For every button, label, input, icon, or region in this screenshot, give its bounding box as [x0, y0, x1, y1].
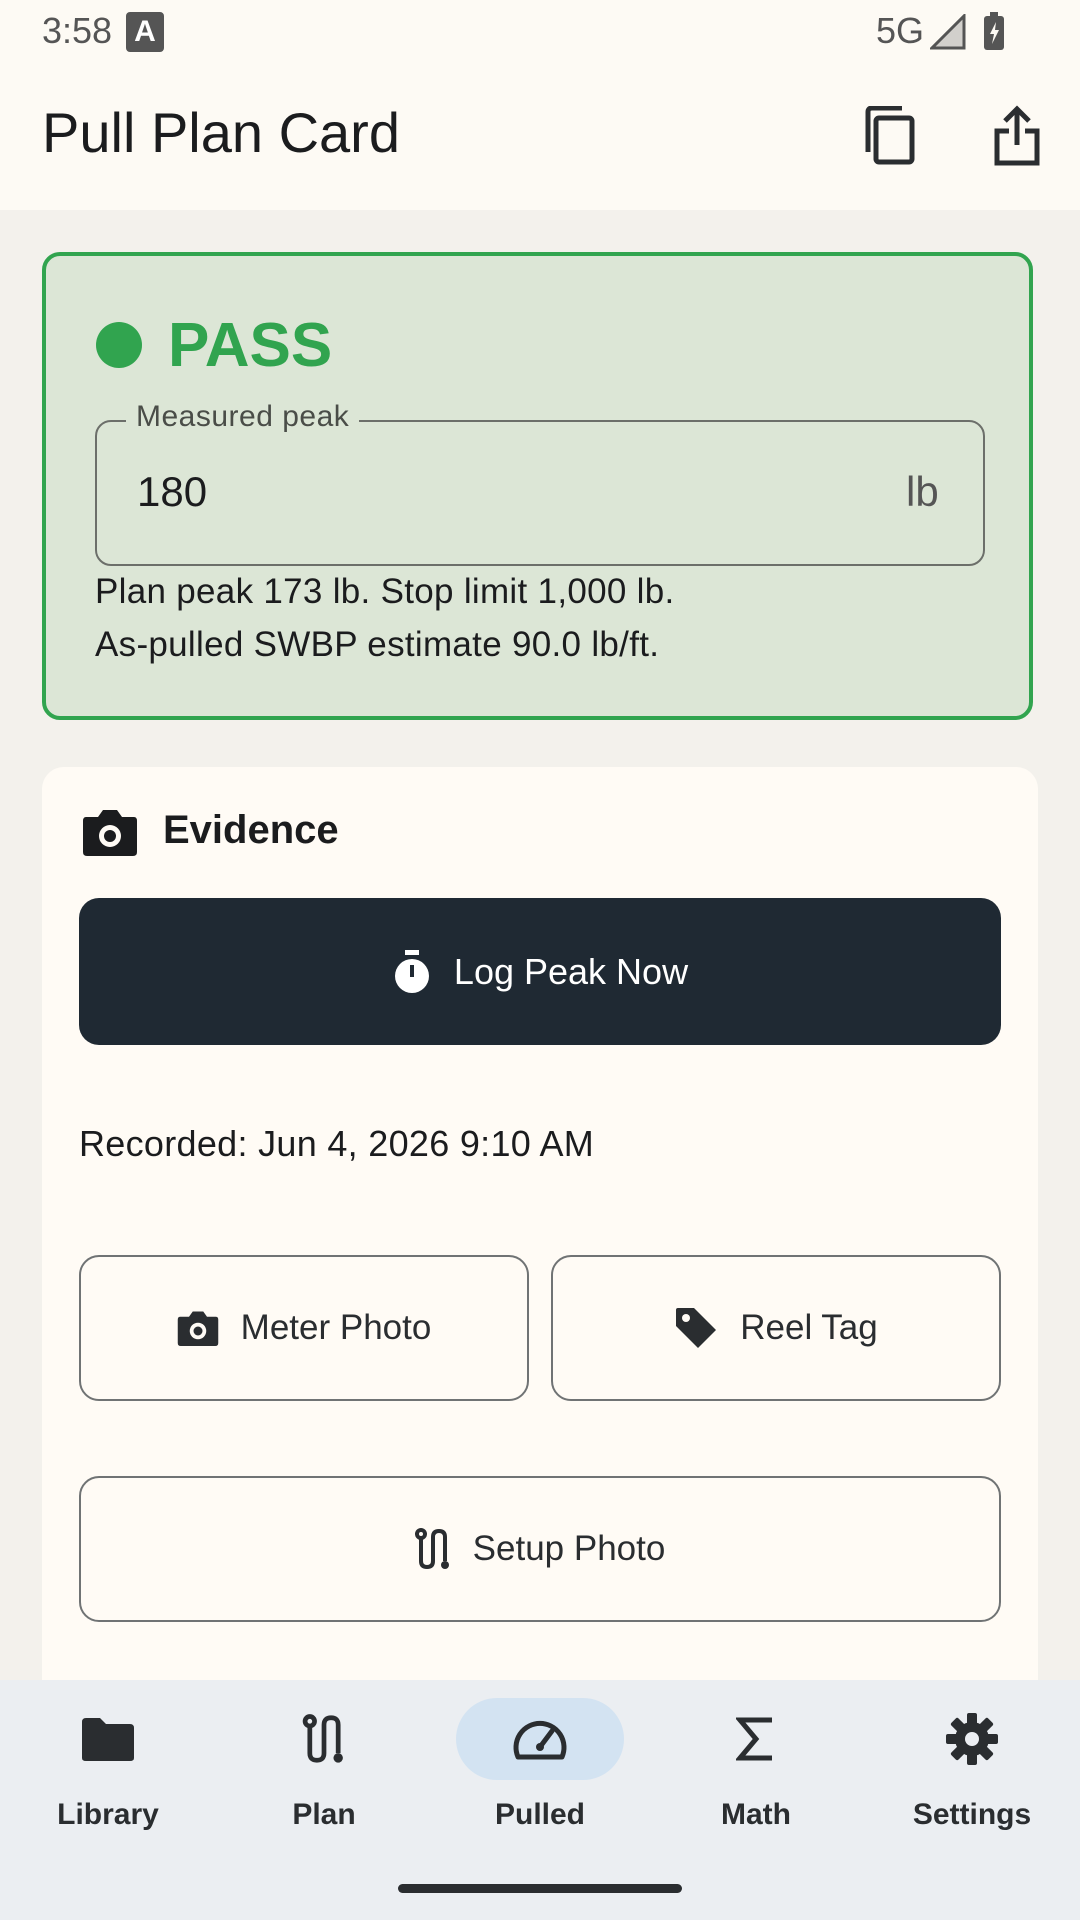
measured-peak-field[interactable]	[95, 420, 985, 566]
page-title: Pull Plan Card	[42, 101, 400, 164]
nav-label: Pulled	[494, 1798, 585, 1831]
measured-peak-unit: lb	[906, 468, 939, 515]
log-peak-button[interactable]: Log Peak Now	[79, 898, 1001, 1045]
status-label: PASS	[168, 311, 333, 380]
swbp-estimate-text: As-pulled SWBP estimate 90.0 lb/ft.	[95, 625, 660, 664]
reel-tag-label: Reel Tag	[740, 1308, 878, 1347]
battery-icon	[984, 12, 1004, 50]
nav-label: Plan	[292, 1798, 356, 1831]
route-icon	[302, 1714, 343, 1763]
copy-icon	[865, 106, 915, 165]
plan-summary-text: Plan peak 173 lb. Stop limit 1,000 lb.	[95, 572, 675, 611]
nav-label: Library	[57, 1798, 159, 1831]
tag-icon	[676, 1308, 717, 1348]
meter-photo-button[interactable]: Meter Photo	[79, 1255, 529, 1401]
nav-label: Settings	[912, 1798, 1032, 1831]
notification-icon: A	[126, 12, 164, 52]
gear-icon	[946, 1713, 998, 1765]
camera-icon	[177, 1311, 218, 1346]
nav-item-settings[interactable]: Settings	[864, 1690, 1080, 1840]
nav-pill	[672, 1698, 840, 1780]
nav-item-plan[interactable]: Plan	[216, 1690, 432, 1840]
share-icon	[994, 105, 1040, 166]
status-indicator-dot	[96, 322, 142, 368]
nav-item-math[interactable]: Math	[648, 1690, 864, 1840]
measured-peak-label: Measured peak	[126, 400, 360, 434]
nav-item-library[interactable]: Library	[0, 1690, 216, 1840]
route-icon	[414, 1528, 449, 1570]
nav-label: Math	[721, 1798, 791, 1831]
nav-pill	[24, 1698, 192, 1780]
copy-button[interactable]	[850, 96, 930, 176]
nav-item-pulled[interactable]: Pulled	[432, 1690, 648, 1840]
camera-icon	[83, 810, 137, 856]
sigma-icon	[736, 1717, 772, 1761]
setup-photo-button[interactable]: Setup Photo	[79, 1476, 1001, 1622]
meter-photo-label: Meter Photo	[240, 1308, 432, 1347]
folder-icon	[82, 1718, 134, 1761]
setup-photo-label: Setup Photo	[472, 1529, 666, 1568]
reel-tag-button[interactable]: Reel Tag	[551, 1255, 1001, 1401]
measured-peak-input[interactable]: 180	[137, 468, 207, 516]
speedometer-icon	[513, 1720, 567, 1760]
home-indicator[interactable]	[398, 1884, 682, 1893]
share-button[interactable]	[977, 96, 1057, 176]
stopwatch-icon	[394, 949, 429, 993]
signal-icon	[930, 14, 966, 50]
log-peak-label: Log Peak Now	[453, 950, 689, 992]
network-type: 5G	[876, 10, 925, 51]
recorded-timestamp: Recorded: Jun 4, 2026 9:10 AM	[79, 1123, 595, 1164]
nav-pill	[888, 1698, 1056, 1780]
status-time: 3:58	[42, 10, 113, 51]
nav-pill-active	[456, 1698, 624, 1780]
nav-pill	[240, 1698, 408, 1780]
evidence-title: Evidence	[163, 808, 339, 852]
